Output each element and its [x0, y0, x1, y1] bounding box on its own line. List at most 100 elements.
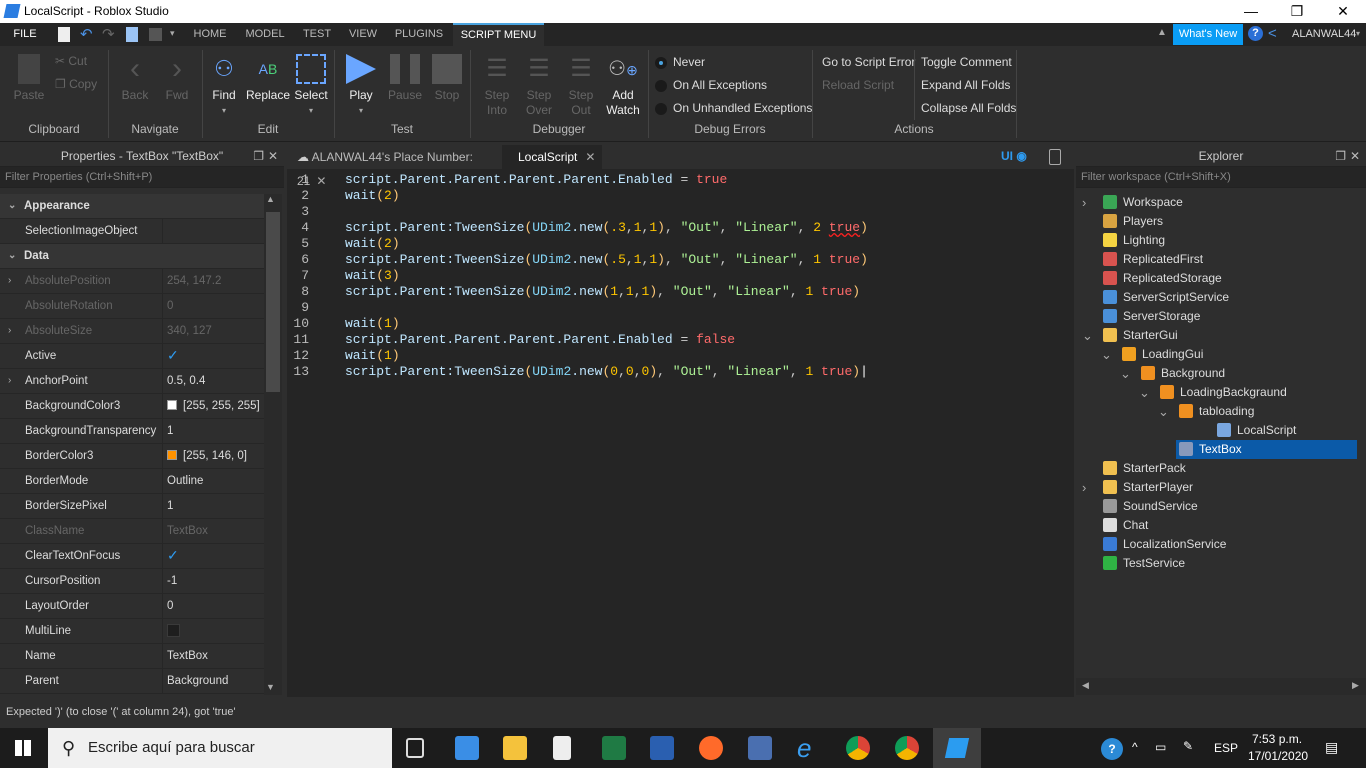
- tab-script-menu[interactable]: SCRIPT MENU: [453, 23, 544, 46]
- explorer-item[interactable]: tabloading: [1176, 402, 1272, 421]
- property-value[interactable]: 0.5, 0.4: [167, 369, 205, 393]
- undock-icon[interactable]: ❐: [1335, 145, 1346, 167]
- code-line[interactable]: 3: [287, 204, 1074, 220]
- chrome-icon[interactable]: [895, 736, 919, 760]
- chevron-down-icon[interactable]: ⌄: [1101, 348, 1112, 361]
- property-row[interactable]: LayoutOrder 0: [0, 594, 264, 619]
- property-value[interactable]: TextBox: [167, 644, 208, 668]
- collapse-ribbon-icon[interactable]: ▲: [1157, 27, 1167, 38]
- checkbox-empty-icon[interactable]: [167, 624, 180, 638]
- tab-view[interactable]: VIEW: [344, 23, 382, 46]
- show-hidden-icons-icon[interactable]: ^: [1132, 740, 1138, 754]
- clock-date[interactable]: 17/01/2020: [1248, 749, 1308, 763]
- explorer-item[interactable]: LoadingGui: [1119, 345, 1221, 364]
- code-line[interactable]: 2 wait(2): [287, 188, 1074, 204]
- property-row[interactable]: ClassName TextBox: [0, 519, 264, 544]
- scroll-right-icon[interactable]: ▶: [1352, 680, 1359, 691]
- forward-button[interactable]: › Fwd: [160, 54, 194, 103]
- file-explorer-icon[interactable]: [503, 736, 527, 760]
- property-value[interactable]: [255, 146, 0]: [167, 444, 247, 468]
- find-button[interactable]: ⚇ Find ▾: [206, 54, 242, 118]
- whats-new-button[interactable]: What's New: [1173, 24, 1243, 45]
- close-panel-icon[interactable]: ✕: [1350, 145, 1360, 167]
- undock-icon[interactable]: ❐: [253, 145, 264, 167]
- property-value[interactable]: 254, 147.2: [167, 269, 221, 293]
- user-menu-chevron-icon[interactable]: ▾: [1356, 29, 1360, 38]
- code-line[interactable]: 9: [287, 300, 1074, 316]
- code-line[interactable]: 13 script.Parent:TweenSize(UDim2.new(0,0,…: [287, 364, 1074, 380]
- minimize-button[interactable]: —: [1228, 0, 1274, 23]
- explorer-item[interactable]: Lighting: [1100, 231, 1183, 250]
- collapse-all-folds-button[interactable]: Collapse All Folds: [921, 101, 1016, 115]
- property-section[interactable]: ⌄ Data: [0, 244, 264, 269]
- paste-button[interactable]: Paste: [10, 54, 48, 103]
- code-area[interactable]: 1 script.Parent.Parent.Parent.Parent.Enab…: [287, 172, 1074, 380]
- clock-time[interactable]: 7:53 p.m.: [1252, 732, 1302, 746]
- explorer-item[interactable]: Players: [1100, 212, 1181, 231]
- chevron-right-icon[interactable]: ›: [1082, 196, 1086, 209]
- explorer-item[interactable]: LoadingBackgraund: [1157, 383, 1305, 402]
- chevron-down-icon[interactable]: ⌄: [8, 244, 16, 268]
- property-value[interactable]: ✓: [167, 544, 180, 568]
- code-line[interactable]: 10 wait(1): [287, 316, 1074, 332]
- property-row[interactable]: › AbsolutePosition 254, 147.2: [0, 269, 264, 294]
- chevron-right-icon[interactable]: ›: [8, 319, 11, 343]
- step-into-button[interactable]: ☰ Step Into: [478, 54, 516, 118]
- property-row[interactable]: Name TextBox: [0, 644, 264, 669]
- back-button[interactable]: ‹ Back: [118, 54, 152, 103]
- toggle-comment-button[interactable]: Toggle Comment: [921, 55, 1012, 69]
- checkmark-icon[interactable]: ✓: [167, 548, 180, 562]
- property-row[interactable]: MultiLine: [0, 619, 264, 644]
- device-emulator-icon[interactable]: [1049, 149, 1061, 165]
- chevron-down-icon[interactable]: ⌄: [1120, 367, 1131, 380]
- share-icon[interactable]: <: [1268, 25, 1277, 42]
- copy-button[interactable]: ❐ Copy: [55, 77, 97, 92]
- language-indicator[interactable]: ESP: [1214, 741, 1238, 755]
- chevron-down-icon[interactable]: ⌄: [8, 194, 16, 218]
- chevron-right-icon[interactable]: ›: [8, 269, 11, 293]
- customize-quick-access-icon[interactable]: ▾: [170, 28, 175, 39]
- tab-place[interactable]: ☁ ALANWAL44's Place Number: 21 ✕: [297, 145, 497, 188]
- code-line[interactable]: 1 script.Parent.Parent.Parent.Parent.Enab…: [287, 172, 1074, 188]
- taskbar-search[interactable]: ⚲ Escribe aquí para buscar: [48, 728, 392, 768]
- roblox-studio-taskbar-button[interactable]: [933, 728, 981, 768]
- chevron-right-icon[interactable]: ›: [1082, 481, 1086, 494]
- all-exceptions-radio[interactable]: On All Exceptions: [655, 78, 767, 92]
- scrollbar-thumb[interactable]: [266, 212, 280, 392]
- code-line[interactable]: 4 script.Parent:TweenSize(UDim2.new(.3,1,…: [287, 220, 1074, 236]
- property-row[interactable]: › AbsoluteSize 340, 127: [0, 319, 264, 344]
- new-file-icon[interactable]: [58, 27, 70, 42]
- ui-visibility-toggle[interactable]: UI ◉: [1001, 149, 1027, 163]
- redo-icon[interactable]: ↷: [102, 25, 115, 43]
- property-value[interactable]: 0: [167, 594, 173, 618]
- unhandled-exceptions-radio[interactable]: On Unhandled Exceptions: [655, 101, 812, 115]
- control-panel-icon[interactable]: [455, 736, 479, 760]
- firefox-icon[interactable]: [699, 736, 723, 760]
- undo-icon[interactable]: ↶: [80, 25, 93, 43]
- property-value[interactable]: 1: [167, 419, 173, 443]
- close-tab-icon[interactable]: ✕: [585, 150, 595, 164]
- property-value[interactable]: 0: [167, 294, 173, 318]
- chevron-right-icon[interactable]: ›: [8, 369, 11, 393]
- stop-icon[interactable]: [149, 28, 162, 41]
- property-value[interactable]: 1: [167, 494, 173, 518]
- explorer-hscrollbar[interactable]: ◀ ▶: [1076, 678, 1366, 695]
- windows-start-icon[interactable]: [15, 740, 31, 756]
- tab-test[interactable]: TEST: [298, 23, 336, 46]
- property-row[interactable]: BorderColor3 [255, 146, 0]: [0, 444, 264, 469]
- explorer-item[interactable]: Workspace: [1100, 193, 1201, 212]
- explorer-item[interactable]: TestService: [1100, 554, 1203, 573]
- close-button[interactable]: ✕: [1320, 0, 1366, 23]
- filter-properties-input[interactable]: Filter Properties (Ctrl+Shift+P): [0, 167, 284, 188]
- add-watch-button[interactable]: ⚇⊕ Add Watch: [604, 54, 642, 118]
- explorer-item[interactable]: ServerScriptService: [1100, 288, 1247, 307]
- notifications-icon[interactable]: ▤: [1325, 739, 1338, 756]
- scroll-up-icon[interactable]: ▲: [266, 194, 275, 204]
- explorer-item[interactable]: Chat: [1100, 516, 1166, 535]
- property-value[interactable]: ✓: [167, 344, 180, 368]
- remote-desktop-icon[interactable]: [748, 736, 772, 760]
- chevron-down-icon[interactable]: ⌄: [1082, 329, 1093, 342]
- tab-home[interactable]: HOME: [188, 23, 232, 46]
- never-radio[interactable]: Never: [655, 55, 705, 69]
- property-value[interactable]: [255, 255, 255]: [167, 394, 260, 418]
